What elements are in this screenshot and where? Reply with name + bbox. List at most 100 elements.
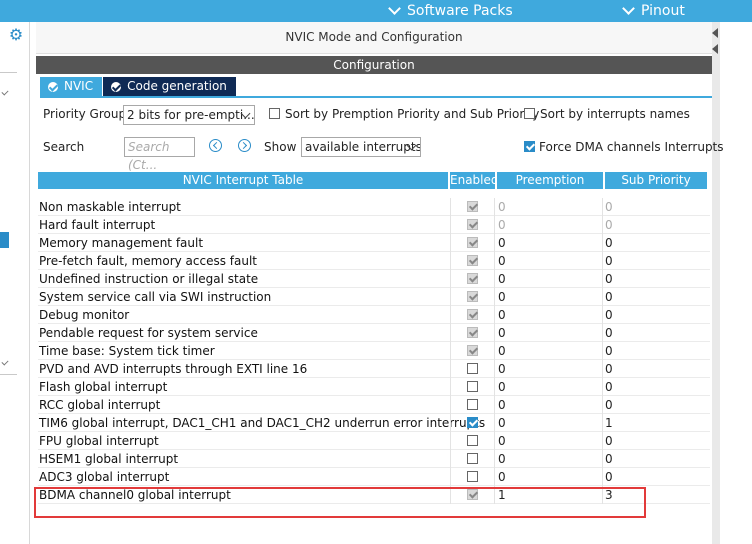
force-dma-checkbox[interactable] (524, 141, 535, 152)
column-divider (494, 270, 495, 288)
enabled-checkbox (467, 345, 478, 356)
table-row[interactable]: PVD and AVD interrupts through EXTI line… (38, 360, 710, 378)
sub-priority-cell[interactable]: 0 (605, 271, 613, 287)
column-header-enabled[interactable]: Enabled (450, 172, 499, 189)
column-divider (494, 306, 495, 324)
collapse-left-icon[interactable] (712, 44, 718, 54)
column-divider (602, 468, 603, 486)
collapse-left-icon[interactable] (712, 28, 718, 38)
sub-priority-cell[interactable]: 0 (605, 469, 613, 485)
sub-priority-cell[interactable]: 0 (605, 253, 613, 269)
preemption-priority-cell[interactable]: 0 (498, 361, 506, 377)
tab-underline (40, 96, 712, 98)
table-row[interactable]: Debug monitor 0 0 (38, 306, 710, 324)
top-bar: Software Packs Pinout (0, 0, 752, 22)
table-row[interactable]: ADC3 global interrupt 0 0 (38, 468, 710, 486)
column-header-interrupt[interactable]: NVIC Interrupt Table (38, 172, 449, 189)
sort-premption-checkbox[interactable] (269, 108, 280, 119)
column-header-sub-priority[interactable]: Sub Priority (605, 172, 708, 189)
preemption-priority-cell[interactable]: 0 (498, 415, 506, 431)
tab-code-generation-label: Code generation (127, 79, 227, 93)
preemption-priority-cell[interactable]: 0 (498, 379, 506, 395)
tab-nvic[interactable]: NVIC (40, 77, 104, 96)
enabled-checkbox[interactable] (467, 435, 478, 446)
column-header-preemption[interactable]: Preemption Priority (497, 172, 604, 204)
preemption-priority-cell[interactable]: 0 (498, 235, 506, 251)
sub-priority-cell[interactable]: 0 (605, 199, 613, 215)
preemption-priority-cell[interactable]: 0 (498, 451, 506, 467)
column-divider (494, 432, 495, 450)
sort-names-checkbox[interactable] (524, 108, 535, 119)
column-divider (602, 432, 603, 450)
column-divider (494, 468, 495, 486)
preemption-priority-cell[interactable]: 0 (498, 343, 506, 359)
preemption-priority-cell[interactable]: 0 (498, 217, 506, 233)
table-row[interactable]: Undefined instruction or illegal state 0 0 (38, 270, 710, 288)
interrupt-name: System service call via SWI instruction (39, 290, 272, 304)
software-packs-menu[interactable]: Software Packs (388, 1, 513, 21)
right-scrollbar[interactable] (712, 22, 720, 544)
table-row[interactable]: FPU global interrupt 0 0 (38, 432, 710, 450)
preemption-priority-cell[interactable]: 0 (498, 307, 506, 323)
table-row[interactable]: Pendable request for system service 0 0 (38, 324, 710, 342)
enabled-cell (467, 237, 478, 251)
gear-icon[interactable]: ⚙ (7, 26, 25, 44)
table-row[interactable]: HSEM1 global interrupt 0 0 (38, 450, 710, 468)
enabled-cell (467, 345, 478, 359)
preemption-priority-cell[interactable]: 0 (498, 469, 506, 485)
sub-priority-cell[interactable]: 0 (605, 397, 613, 413)
sub-priority-cell[interactable]: 0 (605, 451, 613, 467)
enabled-checkbox[interactable] (467, 471, 478, 482)
pinout-menu[interactable]: Pinout (622, 1, 685, 21)
column-divider (450, 288, 451, 306)
table-row[interactable]: System service call via SWI instruction 0… (38, 288, 710, 306)
sub-priority-cell[interactable]: 0 (605, 379, 613, 395)
table-row[interactable]: Pre-fetch fault, memory access fault 0 0 (38, 252, 710, 270)
tab-code-generation[interactable]: Code generation (103, 77, 237, 96)
sub-priority-cell[interactable]: 0 (605, 325, 613, 341)
enabled-checkbox[interactable] (467, 453, 478, 464)
search-input[interactable]: Search (Ct... (124, 137, 195, 172)
enabled-checkbox[interactable] (467, 399, 478, 410)
column-divider (494, 360, 495, 378)
column-divider (494, 324, 495, 342)
enabled-checkbox[interactable] (467, 417, 478, 428)
sub-priority-cell[interactable]: 0 (605, 217, 613, 233)
sub-priority-cell[interactable]: 0 (605, 343, 613, 359)
column-divider (450, 468, 451, 486)
preemption-priority-cell[interactable]: 0 (498, 199, 506, 215)
table-row[interactable]: Hard fault interrupt 0 0 (38, 216, 710, 234)
enabled-checkbox (467, 309, 478, 320)
sort-premption-label: Sort by Premption Priority and Sub Prior… (285, 107, 540, 121)
preemption-priority-cell[interactable]: 0 (498, 253, 506, 269)
table-row[interactable]: RCC global interrupt 0 0 (38, 396, 710, 414)
table-row[interactable]: Non maskable interrupt 0 0 (38, 198, 710, 216)
sub-priority-cell[interactable]: 0 (605, 235, 613, 251)
preemption-priority-cell[interactable]: 0 (498, 289, 506, 305)
preemption-priority-cell[interactable]: 0 (498, 271, 506, 287)
sub-priority-cell[interactable]: 1 (605, 415, 613, 431)
sub-priority-cell[interactable]: 0 (605, 433, 613, 449)
sub-priority-cell[interactable]: 0 (605, 361, 613, 377)
table-row[interactable]: TIM6 global interrupt, DAC1_CH1 and DAC1… (38, 414, 710, 432)
search-label: Search (43, 140, 85, 154)
enabled-checkbox[interactable] (467, 381, 478, 392)
preemption-priority-cell[interactable]: 0 (498, 325, 506, 341)
sub-priority-cell[interactable]: 0 (605, 307, 613, 323)
interrupt-name: Pre-fetch fault, memory access fault (39, 254, 258, 268)
priority-group-select[interactable]: 2 bits for pre-empti... (123, 105, 255, 125)
column-divider (494, 198, 495, 216)
enabled-checkbox[interactable] (467, 363, 478, 374)
enabled-cell (467, 219, 478, 233)
table-row[interactable]: Memory management fault 0 0 (38, 234, 710, 252)
sub-priority-cell[interactable]: 0 (605, 289, 613, 305)
preemption-priority-cell[interactable]: 0 (498, 433, 506, 449)
search-next-icon[interactable] (238, 139, 251, 152)
table-row[interactable]: Flash global interrupt 0 0 (38, 378, 710, 396)
show-select[interactable]: available interrupts (301, 137, 421, 157)
table-row[interactable]: Time base: System tick timer 0 0 (38, 342, 710, 360)
column-divider (494, 378, 495, 396)
preemption-priority-cell[interactable]: 0 (498, 397, 506, 413)
search-prev-icon[interactable] (209, 139, 222, 152)
left-panel: ⚙ (0, 22, 30, 544)
